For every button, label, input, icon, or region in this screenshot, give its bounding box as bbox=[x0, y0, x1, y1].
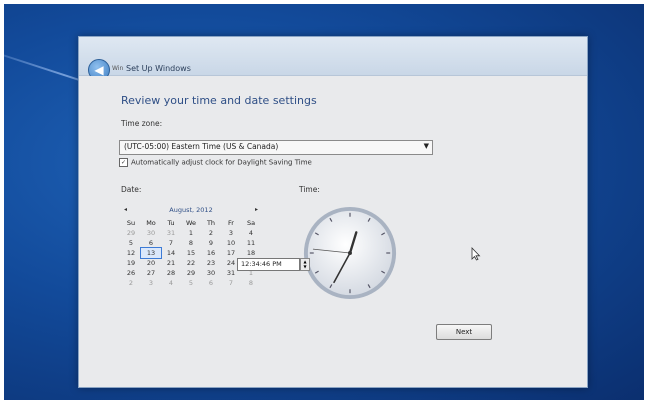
calendar-day[interactable]: 4 bbox=[161, 278, 181, 288]
calendar-day[interactable]: 8 bbox=[241, 278, 261, 288]
weekday-header: Fr bbox=[228, 219, 234, 227]
calendar-month-label[interactable]: August, 2012 bbox=[121, 206, 261, 214]
time-zone-value: (UTC-05:00) Eastern Time (US & Canada) bbox=[124, 142, 279, 151]
calendar-day-selected[interactable]: 13 bbox=[140, 247, 162, 259]
calendar-day[interactable]: 6 bbox=[141, 238, 161, 248]
calendar-day[interactable]: 5 bbox=[121, 238, 141, 248]
calendar-day[interactable]: 16 bbox=[201, 248, 221, 258]
weekday-header: Su bbox=[126, 219, 136, 227]
calendar-day[interactable]: 23 bbox=[201, 258, 221, 268]
calendar-day[interactable]: 30 bbox=[201, 268, 221, 278]
calendar-day[interactable]: 3 bbox=[141, 278, 161, 288]
calendar-day[interactable]: 10 bbox=[221, 238, 241, 248]
calendar-day[interactable]: 1 bbox=[181, 228, 201, 238]
date-label: Date: bbox=[121, 185, 142, 194]
windows-logo-icon: Win bbox=[112, 65, 124, 72]
time-label: Time: bbox=[299, 185, 320, 194]
calendar: ◂ August, 2012 ▸ Su Mo Tu We Th Fr Sa 29 30 31 1 2 3… bbox=[121, 206, 261, 296]
calendar-day[interactable]: 31 bbox=[161, 228, 181, 238]
calendar-day[interactable]: 28 bbox=[161, 268, 181, 278]
analog-clock bbox=[303, 206, 397, 300]
weekday-header: Th bbox=[206, 219, 216, 227]
time-input[interactable]: 12:34:46 PM bbox=[237, 258, 300, 271]
calendar-day[interactable]: 6 bbox=[201, 278, 221, 288]
calendar-day[interactable]: 4 bbox=[241, 228, 261, 238]
calendar-day[interactable]: 30 bbox=[141, 228, 161, 238]
calendar-day[interactable]: 17 bbox=[221, 248, 241, 258]
calendar-day[interactable]: 29 bbox=[121, 228, 141, 238]
time-zone-dropdown[interactable]: (UTC-05:00) Eastern Time (US & Canada) ▼ bbox=[119, 140, 433, 155]
window-title: Set Up Windows bbox=[126, 64, 191, 73]
weekday-header: Mo bbox=[146, 219, 156, 227]
calendar-day[interactable]: 2 bbox=[201, 228, 221, 238]
calendar-day[interactable]: 19 bbox=[121, 258, 141, 268]
dst-option[interactable]: ✓ Automatically adjust clock for Daylight… bbox=[119, 158, 312, 167]
title-bar: ◀ Win Set Up Windows bbox=[79, 37, 587, 81]
content-area: Review your time and date settings Time … bbox=[79, 76, 587, 387]
calendar-day[interactable]: 7 bbox=[161, 238, 181, 248]
calendar-day[interactable]: 7 bbox=[221, 278, 241, 288]
calendar-day[interactable]: 9 bbox=[201, 238, 221, 248]
weekday-header: We bbox=[185, 219, 197, 227]
clock-center bbox=[348, 251, 352, 255]
calendar-day[interactable]: 8 bbox=[181, 238, 201, 248]
dst-checkbox[interactable]: ✓ bbox=[119, 158, 128, 167]
calendar-header: ◂ August, 2012 ▸ bbox=[121, 206, 261, 216]
calendar-day[interactable]: 15 bbox=[181, 248, 201, 258]
calendar-day[interactable]: 5 bbox=[181, 278, 201, 288]
weekday-header: Tu bbox=[167, 219, 175, 227]
weekday-header: Sa bbox=[246, 219, 256, 227]
dropdown-arrow-icon: ▼ bbox=[423, 142, 429, 150]
calendar-day[interactable]: 3 bbox=[221, 228, 241, 238]
setup-window: ◀ Win Set Up Windows Review your time an… bbox=[78, 36, 588, 388]
calendar-day[interactable]: 27 bbox=[141, 268, 161, 278]
calendar-day[interactable]: 18 bbox=[241, 248, 261, 258]
calendar-day[interactable]: 21 bbox=[161, 258, 181, 268]
calendar-day[interactable]: 2 bbox=[121, 278, 141, 288]
next-button[interactable]: Next bbox=[436, 324, 492, 340]
next-month-icon[interactable]: ▸ bbox=[255, 206, 258, 213]
calendar-day[interactable]: 12 bbox=[121, 248, 141, 258]
calendar-grid: Su Mo Tu We Th Fr Sa 29 30 31 1 2 3 4 5 6 7 8 9 10 11 12 13 14 1… bbox=[121, 218, 261, 288]
time-zone-label: Time zone: bbox=[121, 119, 163, 128]
calendar-day[interactable]: 22 bbox=[181, 258, 201, 268]
desktop-background: ◀ Win Set Up Windows Review your time an… bbox=[4, 4, 644, 400]
calendar-day[interactable]: 14 bbox=[161, 248, 181, 258]
mouse-cursor-icon bbox=[471, 247, 481, 261]
spin-down-icon[interactable]: ▼ bbox=[301, 264, 309, 269]
calendar-day[interactable]: 29 bbox=[181, 268, 201, 278]
page-heading: Review your time and date settings bbox=[121, 94, 317, 107]
calendar-day[interactable]: 26 bbox=[121, 268, 141, 278]
calendar-day[interactable]: 20 bbox=[141, 258, 161, 268]
calendar-day[interactable]: 11 bbox=[241, 238, 261, 248]
time-spinner[interactable]: ▲ ▼ bbox=[300, 258, 310, 271]
dst-label: Automatically adjust clock for Daylight … bbox=[131, 158, 312, 167]
